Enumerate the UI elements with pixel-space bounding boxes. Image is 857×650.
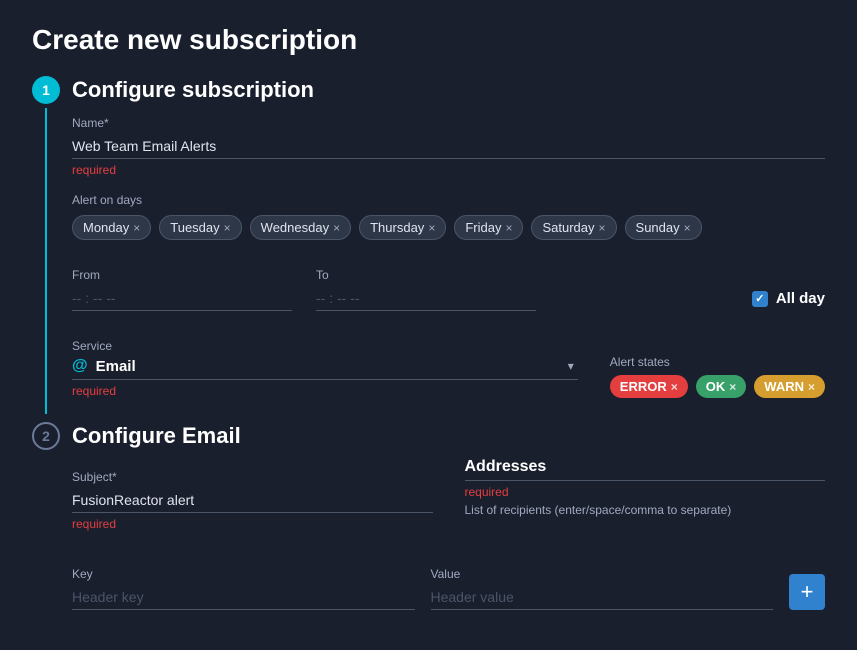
remove-wednesday-icon[interactable]: ×: [333, 221, 340, 235]
subject-input[interactable]: [72, 488, 433, 513]
addresses-divider: [465, 480, 826, 481]
key-value-row: Key Value +: [72, 555, 825, 610]
tag-friday[interactable]: Friday ×: [454, 215, 523, 240]
remove-warn-icon[interactable]: ×: [808, 380, 815, 394]
service-select[interactable]: @ Email ▾: [72, 357, 578, 380]
to-field: To: [316, 256, 536, 311]
service-label: Service: [72, 339, 578, 353]
key-input[interactable]: [72, 585, 415, 610]
addresses-error: required: [465, 485, 826, 499]
service-error: required: [72, 384, 578, 398]
days-label: Alert on days: [72, 193, 825, 207]
service-value: Email: [96, 358, 136, 375]
all-day-container[interactable]: All day: [752, 290, 825, 311]
remove-sunday-icon[interactable]: ×: [684, 221, 691, 235]
days-tags-container: Monday × Tuesday × Wednesday × Thursday …: [72, 215, 825, 240]
alert-states-label: Alert states: [610, 355, 825, 369]
tag-wednesday[interactable]: Wednesday ×: [250, 215, 351, 240]
key-field: Key: [72, 555, 415, 610]
to-label: To: [316, 268, 536, 282]
chevron-down-icon: ▾: [568, 359, 574, 373]
value-field: Value: [431, 555, 774, 610]
from-field: From: [72, 256, 292, 311]
alert-tag-ok[interactable]: OK ×: [696, 375, 747, 398]
from-label: From: [72, 268, 292, 282]
section1-title: Configure subscription: [72, 77, 314, 103]
all-day-checkbox[interactable]: [752, 291, 768, 307]
step2-badge: 2: [32, 422, 60, 450]
remove-saturday-icon[interactable]: ×: [599, 221, 606, 235]
name-input[interactable]: [72, 134, 825, 159]
subject-label: Subject*: [72, 470, 433, 484]
addresses-label: Addresses: [465, 458, 826, 476]
page-title: Create new subscription: [32, 24, 825, 56]
remove-monday-icon[interactable]: ×: [133, 221, 140, 235]
subject-error: required: [72, 517, 433, 531]
to-input[interactable]: [316, 286, 536, 311]
addresses-hint: List of recipients (enter/space/comma to…: [465, 503, 826, 517]
section2-title: Configure Email: [72, 423, 241, 449]
key-label: Key: [72, 567, 415, 581]
remove-error-icon[interactable]: ×: [671, 380, 678, 394]
tag-sunday[interactable]: Sunday ×: [625, 215, 702, 240]
tag-saturday[interactable]: Saturday ×: [531, 215, 616, 240]
subject-col: Subject* required: [72, 458, 433, 531]
tag-tuesday[interactable]: Tuesday ×: [159, 215, 241, 240]
alert-tags: ERROR × OK × WARN ×: [610, 375, 825, 398]
addresses-col: Addresses required List of recipients (e…: [465, 458, 826, 531]
from-input[interactable]: [72, 286, 292, 311]
tag-thursday[interactable]: Thursday ×: [359, 215, 446, 240]
add-button[interactable]: +: [789, 574, 825, 610]
step1-badge: 1: [32, 76, 60, 104]
all-day-label: All day: [776, 290, 825, 307]
alert-tag-warn[interactable]: WARN ×: [754, 375, 825, 398]
name-label: Name*: [72, 116, 825, 130]
alert-states-container: Alert states ERROR × OK × WARN ×: [610, 355, 825, 398]
email-at-icon: @: [72, 357, 88, 375]
remove-ok-icon[interactable]: ×: [729, 380, 736, 394]
tag-monday[interactable]: Monday ×: [72, 215, 151, 240]
remove-tuesday-icon[interactable]: ×: [224, 221, 231, 235]
remove-friday-icon[interactable]: ×: [505, 221, 512, 235]
alert-tag-error[interactable]: ERROR ×: [610, 375, 688, 398]
value-label: Value: [431, 567, 774, 581]
name-error: required: [72, 163, 825, 177]
value-input[interactable]: [431, 585, 774, 610]
remove-thursday-icon[interactable]: ×: [428, 221, 435, 235]
